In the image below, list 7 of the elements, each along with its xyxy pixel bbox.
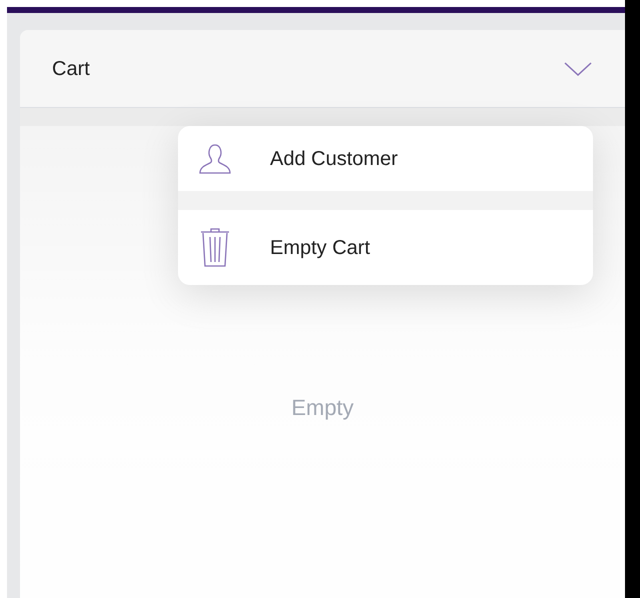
cart-title: Cart xyxy=(52,56,90,82)
empty-message: Empty xyxy=(291,394,354,422)
chevron-icon xyxy=(564,60,592,76)
person-icon xyxy=(198,142,232,174)
menu-item[interactable]: Empty Cart xyxy=(178,210,593,285)
trash-icon xyxy=(199,228,231,268)
menu-item[interactable]: Add Customer xyxy=(178,126,593,191)
